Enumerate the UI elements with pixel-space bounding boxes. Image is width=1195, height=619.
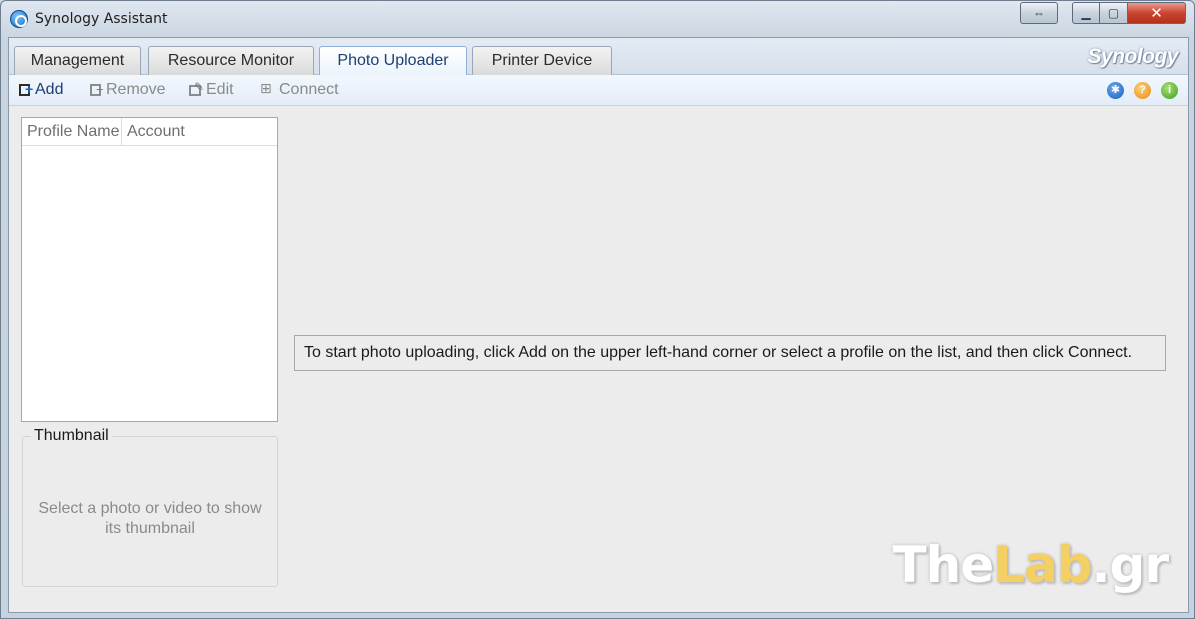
info-icon[interactable]: i bbox=[1161, 82, 1178, 99]
title-bar[interactable]: Synology Assistant ⇔ ▁ ▢ ✕ bbox=[1, 1, 1194, 37]
column-header-profile-name[interactable]: Profile Name bbox=[22, 118, 122, 145]
synology-logo: Synology bbox=[1087, 45, 1178, 68]
network-icon bbox=[260, 80, 274, 97]
add-button[interactable]: Add bbox=[19, 81, 63, 99]
remove-icon bbox=[90, 82, 104, 97]
close-button[interactable]: ✕ bbox=[1128, 2, 1186, 24]
tab-resource-monitor[interactable]: Resource Monitor bbox=[148, 46, 314, 75]
gear-icon[interactable]: ✱ bbox=[1107, 82, 1124, 99]
app-window: Synology Assistant ⇔ ▁ ▢ ✕ Management Re… bbox=[0, 0, 1195, 619]
edit-button[interactable]: Edit bbox=[189, 80, 234, 99]
connect-label: Connect bbox=[279, 81, 339, 98]
maximize-button[interactable]: ▢ bbox=[1100, 2, 1128, 24]
toolbar: Add Remove Edit Connect ✱ ? i bbox=[9, 75, 1188, 106]
instruction-message: To start photo uploading, click Add on t… bbox=[294, 335, 1166, 371]
tab-printer-device[interactable]: Printer Device bbox=[472, 46, 612, 75]
tab-photo-uploader[interactable]: Photo Uploader bbox=[319, 46, 467, 76]
thumbnail-group: Thumbnail Select a photo or video to sho… bbox=[22, 427, 278, 587]
remove-button[interactable]: Remove bbox=[90, 81, 166, 99]
thumbnail-placeholder: Select a photo or video to show its thum… bbox=[38, 500, 262, 537]
client-area: Management Resource Monitor Photo Upload… bbox=[8, 37, 1189, 613]
thumbnail-title: Thumbnail bbox=[31, 427, 112, 445]
window-title: Synology Assistant bbox=[35, 11, 168, 27]
list-header: Profile Name Account bbox=[22, 118, 277, 146]
remove-label: Remove bbox=[106, 81, 166, 98]
profile-list[interactable]: Profile Name Account bbox=[21, 117, 278, 422]
minimize-icon: ▁ bbox=[1081, 6, 1091, 20]
switch-window-button[interactable]: ⇔ bbox=[1020, 2, 1058, 24]
add-label: Add bbox=[35, 81, 64, 98]
close-icon: ✕ bbox=[1150, 5, 1163, 22]
window-controls: ⇔ ▁ ▢ ✕ bbox=[1020, 2, 1186, 24]
column-header-account[interactable]: Account bbox=[122, 118, 277, 145]
minimize-button[interactable]: ▁ bbox=[1072, 2, 1100, 24]
connect-button[interactable]: Connect bbox=[260, 80, 339, 99]
tab-management[interactable]: Management bbox=[14, 46, 141, 75]
synology-app-icon bbox=[10, 10, 28, 28]
thelab-watermark: TheLab.gr bbox=[892, 536, 1169, 594]
toolbar-icon-group: ✱ ? i bbox=[1107, 82, 1178, 99]
help-icon[interactable]: ? bbox=[1134, 82, 1151, 99]
tab-bar: Management Resource Monitor Photo Upload… bbox=[9, 38, 1188, 76]
edit-icon bbox=[189, 80, 204, 96]
edit-label: Edit bbox=[206, 81, 234, 98]
add-icon bbox=[19, 81, 33, 97]
maximize-icon: ▢ bbox=[1107, 6, 1120, 20]
double-arrow-icon: ⇔ bbox=[1033, 6, 1045, 20]
